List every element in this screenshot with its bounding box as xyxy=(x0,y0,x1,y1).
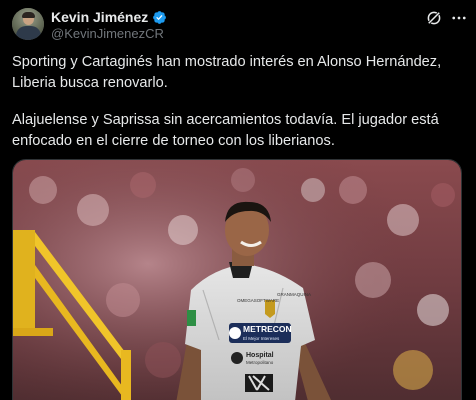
player-photo: METRECON El Mejor Intereses OMEGASOFTWAR… xyxy=(13,160,461,400)
verified-badge-icon xyxy=(153,10,167,24)
jersey-sponsor-2: Hospital Metropolitano xyxy=(231,352,274,365)
avatar-hair xyxy=(22,12,35,18)
more-options-icon[interactable] xyxy=(450,9,468,27)
tweet-paragraph-1: Sporting y Cartaginés han mostrado inter… xyxy=(12,54,442,91)
jersey-small-right: GRANMAQUINA xyxy=(277,292,311,297)
jersey-sponsor-2-sub: Metropolitano xyxy=(246,360,274,365)
tweet[interactable]: Kevin Jiménez @KevinJimenezCR Sporting y… xyxy=(0,0,476,400)
author-name-row[interactable]: Kevin Jiménez xyxy=(51,8,167,26)
tweet-paragraph-2: Alajuelense y Saprissa sin acercamientos… xyxy=(12,112,439,149)
avatar-body xyxy=(16,26,41,40)
author-name[interactable]: Kevin Jiménez xyxy=(51,9,148,25)
grok-icon[interactable] xyxy=(425,9,443,27)
jersey-small-left: OMEGASOFTWARE xyxy=(237,298,279,303)
tweet-photo[interactable]: METRECON El Mejor Intereses OMEGASOFTWAR… xyxy=(12,159,462,400)
jersey-sponsor-2-name: Hospital xyxy=(246,352,274,359)
author-handle[interactable]: @KevinJimenezCR xyxy=(51,26,164,41)
jersey-sponsor-1-sub: El Mejor Intereses xyxy=(243,336,280,341)
avatar[interactable] xyxy=(12,8,44,40)
jersey-bottom-logo xyxy=(245,374,273,392)
jersey-sponsor-1: METRECON xyxy=(243,324,292,334)
